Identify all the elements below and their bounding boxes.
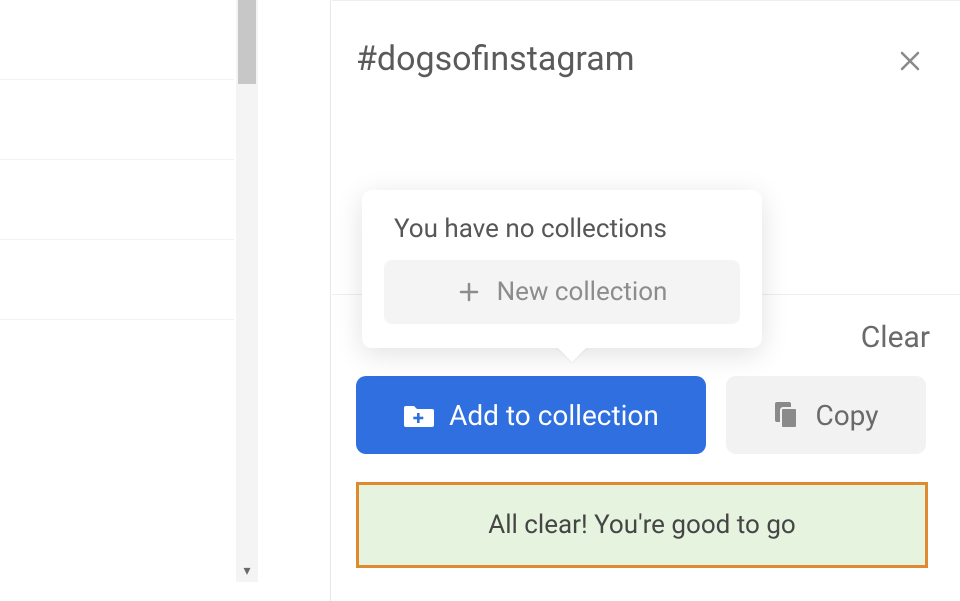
scrollbar-thumb[interactable]: [238, 0, 256, 84]
scroll-down-icon[interactable]: ▾: [236, 560, 258, 582]
new-collection-label: New collection: [497, 277, 668, 307]
list-item: [0, 160, 234, 240]
folder-plus-icon: [403, 401, 435, 429]
left-sidebar: [0, 0, 234, 601]
close-button[interactable]: [890, 41, 930, 81]
add-to-collection-label: Add to collection: [449, 399, 659, 432]
new-collection-button[interactable]: New collection: [384, 260, 740, 324]
copy-label: Copy: [815, 399, 878, 432]
scrollbar-track[interactable]: [236, 0, 258, 560]
clear-link[interactable]: Clear: [861, 320, 930, 355]
collections-popover: You have no collections New collection: [362, 190, 762, 348]
status-banner: All clear! You're good to go: [356, 482, 928, 568]
list-item: [0, 80, 234, 160]
list-item: [0, 240, 234, 320]
hashtag-title: #dogsofinstagram: [356, 39, 635, 79]
popover-tail: [556, 346, 588, 362]
copy-icon: [773, 400, 801, 430]
status-message: All clear! You're good to go: [488, 510, 796, 540]
popover-title: You have no collections: [394, 214, 740, 244]
plus-icon: [457, 280, 481, 304]
close-icon: [898, 49, 922, 73]
copy-button[interactable]: Copy: [726, 376, 926, 454]
list-item: [0, 0, 234, 80]
add-to-collection-button[interactable]: Add to collection: [356, 376, 706, 454]
panel-divider: [330, 0, 331, 601]
